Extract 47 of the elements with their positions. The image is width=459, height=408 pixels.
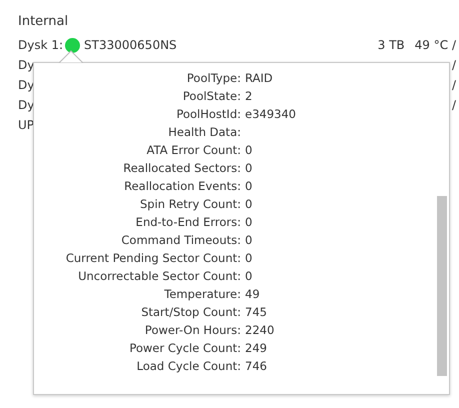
field-value: 0 (244, 178, 254, 195)
field-label: Health Data: (167, 124, 241, 141)
disk-label: Dy (18, 58, 34, 72)
field-value: 746 (244, 358, 268, 375)
field-label: Power-On Hours: (144, 322, 241, 339)
disk-label: Dy (18, 78, 34, 92)
disk-temperature: / (452, 98, 456, 112)
field-label: PoolState: (182, 88, 241, 105)
scrollbar[interactable] (437, 196, 447, 376)
field-value: 0 (244, 268, 254, 285)
field-label: PoolHostId: (175, 106, 241, 123)
field-value: 2 (244, 88, 254, 105)
disk-temperature: 49 °C / (414, 38, 456, 52)
field-label: Current Pending Sector Count: (64, 250, 241, 267)
field-value: 249 (244, 340, 268, 357)
field-label: Start/Stop Count: (140, 304, 241, 321)
field-value: 0 (244, 196, 254, 213)
field-label: Uncorrectable Sector Count: (77, 268, 241, 285)
field-value: 2240 (244, 322, 276, 339)
status-dot[interactable] (65, 38, 80, 52)
disk-model: ST33000650NS (84, 38, 177, 52)
field-label: ATA Error Count: (146, 142, 241, 159)
field-label: Reallocation Events: (123, 178, 241, 195)
field-value: 0 (244, 232, 254, 249)
disk-label: Dy (18, 98, 34, 112)
disk-temperature: / (452, 78, 456, 92)
field-label: Spin Retry Count: (138, 196, 241, 213)
disk-size: 3 TB (378, 38, 405, 52)
field-value: 0 (244, 142, 254, 159)
field-label: Temperature: (163, 286, 241, 303)
section-title: Internal (17, 13, 70, 31)
field-value: 0 (244, 250, 254, 267)
field-label: Reallocated Sectors: (122, 160, 241, 177)
field-value: 0 (244, 214, 254, 231)
field-label: Power Cycle Count: (128, 340, 241, 357)
field-value: 49 (244, 286, 261, 303)
field-label: Command Timeouts: (120, 232, 241, 249)
field-value: 745 (244, 304, 268, 321)
field-label: Load Cycle Count: (136, 358, 241, 375)
disk-label: Dysk 1: (18, 38, 64, 52)
field-value: RAID (244, 70, 274, 87)
disk-temperature: / (452, 58, 456, 72)
field-value: e349340 (244, 106, 297, 123)
field-label: PoolType: (186, 70, 241, 87)
disk-label: UP (18, 118, 34, 132)
field-value: 0 (244, 160, 254, 177)
field-label: End-to-End Errors: (134, 214, 241, 231)
